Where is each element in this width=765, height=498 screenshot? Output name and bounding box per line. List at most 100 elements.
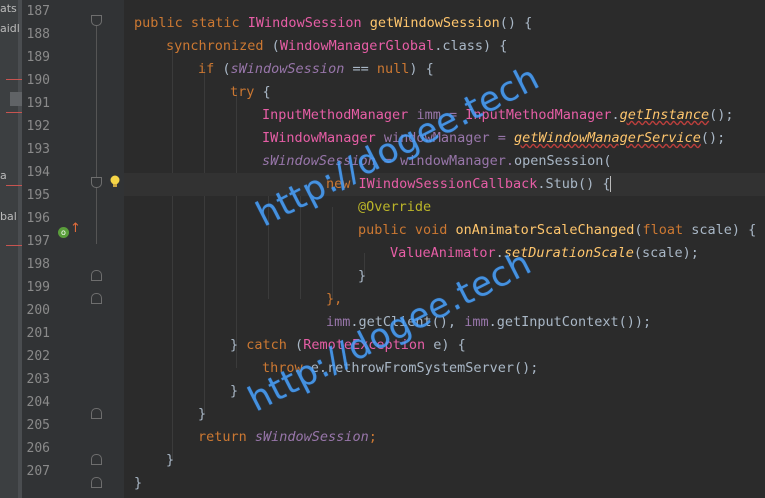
line-number: 204 [26, 395, 50, 410]
structure-fragment[interactable]: ats [0, 2, 22, 15]
line-number: 195 [26, 188, 50, 203]
token: .Stub() { [537, 176, 611, 192]
token: ; [368, 429, 377, 445]
token: } [230, 383, 239, 399]
code-line-204[interactable]: } [198, 403, 206, 426]
token: return [198, 429, 255, 445]
token: @Override [358, 199, 432, 215]
token: ( [295, 337, 304, 353]
code-line-206[interactable]: } [166, 449, 174, 472]
token: (); [709, 107, 734, 123]
token: scale) { [691, 222, 757, 238]
indent-guide [236, 92, 237, 368]
token: . [611, 107, 620, 123]
token: IWindowSession [247, 15, 362, 31]
token: ( [222, 61, 231, 77]
token: getWindowSession [361, 15, 500, 31]
override-icon[interactable]: o [58, 227, 69, 238]
token: } [198, 406, 207, 422]
fold-toggle-icon[interactable] [91, 454, 102, 465]
token: == [344, 61, 377, 77]
token: () { [499, 15, 533, 31]
code-line-198[interactable]: } [358, 265, 366, 288]
line-number: 196 [26, 211, 50, 226]
code-line-188[interactable]: synchronized (WindowManagerGlobal.class)… [166, 35, 507, 58]
line-number: 188 [26, 27, 50, 42]
fold-guide [96, 24, 97, 244]
structure-fragment[interactable]: bal [0, 210, 22, 223]
structure-marker [10, 92, 22, 106]
code-line-195[interactable]: @Override [358, 196, 431, 219]
token: public void [358, 222, 456, 238]
token: (scale); [633, 245, 699, 261]
token: }, [326, 291, 343, 307]
token: if [198, 61, 223, 77]
arrow-up-icon[interactable]: ↑ [70, 221, 81, 236]
token: getWindowManagerService [513, 130, 701, 146]
line-number: 202 [26, 349, 50, 364]
token: .class) { [434, 38, 508, 54]
code-line-203[interactable]: } [230, 380, 238, 403]
token: IWindowSessionCallback [358, 176, 538, 192]
line-number: 207 [26, 464, 50, 479]
editor-gutter[interactable]: 187 188 189 190 191 192 193 194 195 196 … [22, 0, 124, 498]
token: e) { [425, 337, 466, 353]
code-line-196[interactable]: public void onAnimatorScaleChanged(float… [358, 219, 756, 242]
code-line-190[interactable]: try { [230, 81, 271, 104]
token: ( [271, 38, 280, 54]
token: ( [603, 153, 612, 169]
token: catch [246, 337, 296, 353]
code-line-187[interactable]: public static IWindowSession getWindowSe… [134, 12, 532, 35]
line-number: 200 [26, 303, 50, 318]
indent-guide [172, 46, 173, 460]
structure-fragment[interactable]: a [0, 169, 22, 182]
token: InputMethodManager [262, 107, 409, 123]
fold-toggle-icon[interactable] [91, 177, 102, 188]
error-marker [6, 79, 22, 80]
line-number: 198 [26, 257, 50, 272]
line-number: 201 [26, 326, 50, 341]
token: ) { [409, 61, 434, 77]
line-number: 190 [26, 73, 50, 88]
token: synchronized [166, 38, 272, 54]
fold-toggle-icon[interactable] [91, 270, 102, 281]
line-number: 206 [26, 441, 50, 456]
fold-toggle-icon[interactable] [91, 293, 102, 304]
token: imm [326, 314, 351, 330]
token: (); [700, 130, 726, 146]
fold-toggle-icon[interactable] [91, 477, 102, 488]
token: .getInputContext()); [488, 314, 652, 330]
token: public static [134, 15, 248, 31]
line-number: 203 [26, 372, 50, 387]
code-line-192[interactable]: IWindowManager windowManager = getWindow… [262, 127, 725, 150]
code-line-197[interactable]: ValueAnimator.setDurationScale(scale); [390, 242, 699, 265]
fold-toggle-icon[interactable] [91, 15, 102, 26]
token: getInstance [619, 107, 710, 123]
token: imm [464, 314, 489, 330]
token: float [642, 222, 692, 238]
code-editor[interactable]: public static IWindowSession getWindowSe… [124, 0, 765, 498]
token: ValueAnimator [390, 245, 496, 261]
line-number: 197 [26, 234, 50, 249]
code-line-205[interactable]: return sWindowSession; [198, 426, 377, 449]
code-line-194[interactable]: new IWindowSessionCallback.Stub() { [124, 173, 765, 196]
line-number: 191 [26, 96, 50, 111]
token: ( [634, 222, 643, 238]
fold-toggle-icon[interactable] [91, 408, 102, 419]
token: openSession [513, 153, 604, 169]
code-line-189[interactable]: if (sWindowSession == null) { [198, 58, 434, 81]
lightbulb-icon[interactable] [109, 175, 121, 189]
token: } [358, 268, 367, 284]
text-caret [610, 176, 612, 192]
line-number: 189 [26, 50, 50, 65]
token: null [376, 61, 410, 77]
code-line-199[interactable]: }, [326, 288, 342, 311]
token: WindowManagerGlobal [279, 38, 435, 54]
indent-guide [332, 207, 333, 299]
token: sWindowSession [254, 429, 369, 445]
error-marker [6, 245, 22, 246]
structure-panel[interactable]: ats aidl a bal [0, 0, 22, 498]
line-number: 187 [26, 4, 50, 19]
structure-fragment[interactable]: aidl [0, 22, 22, 35]
code-line-207[interactable]: } [134, 472, 142, 495]
